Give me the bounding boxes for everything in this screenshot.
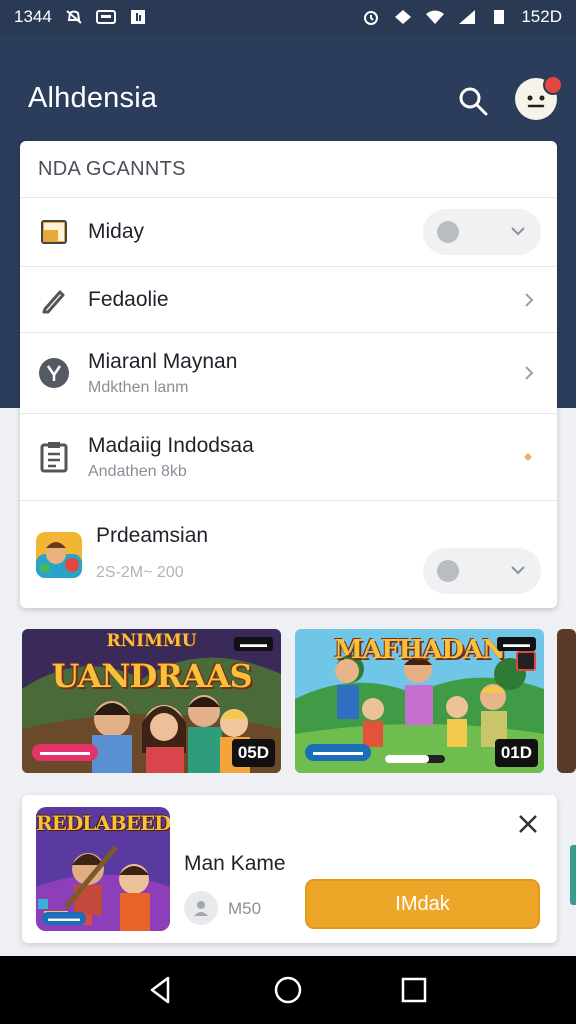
- promo-title: Man Kame: [184, 852, 286, 875]
- clipboard-icon: [38, 441, 70, 473]
- game-badge: ▬▬▬: [497, 637, 536, 651]
- promo-meta: M50: [228, 899, 262, 918]
- settings-card: NDA GCANNTS Miday Fedaolie Miaranl Mayna…: [20, 141, 557, 608]
- back-icon[interactable]: [146, 974, 178, 1006]
- chevron-down-icon: [511, 227, 525, 236]
- promo-card: REDLABEED ▬▬▬▬ Man Kame M50 IMdak: [22, 795, 557, 943]
- game-app-icon: [36, 531, 82, 578]
- promo-game-art: REDLABEED ▬▬▬▬: [36, 807, 170, 931]
- list-item-sublabel: 2S-2M~ 200: [96, 563, 184, 581]
- game-tag: ▬▬▬▬▬: [32, 744, 98, 761]
- game-tile-peek[interactable]: [557, 629, 576, 773]
- game-badge: ▬▬▬: [234, 637, 273, 651]
- game-tile[interactable]: MAFHADAN ▬▬▬ ▬▬▬▬▬ 01D: [295, 629, 544, 773]
- chevron-down-icon: [511, 566, 525, 575]
- app-title: Alhdensia: [28, 82, 158, 114]
- game-carousel: UANDRAAS RNIMMU ▬▬▬ ▬▬▬▬▬ 05D MAFHADAN ▬…: [22, 629, 576, 773]
- list-item-madaiig-indodsaa[interactable]: Madaiig Indodsaa Andathen 8kb: [20, 414, 557, 501]
- list-item-prdeamsian[interactable]: Prdeamsian 2S-2M~ 200: [20, 501, 557, 608]
- list-item-miday[interactable]: Miday: [20, 198, 557, 267]
- alarm-icon: [364, 11, 379, 25]
- game-tile[interactable]: UANDRAAS RNIMMU ▬▬▬ ▬▬▬▬▬ 05D: [22, 629, 281, 773]
- game-tag: ▬▬▬▬▬: [305, 744, 371, 761]
- list-item-label: Fedaolie: [88, 287, 169, 311]
- keyboard-icon: [95, 10, 116, 24]
- promo-action-button[interactable]: IMdak: [305, 879, 540, 929]
- toggle-knob: [437, 221, 459, 243]
- game-emblem-icon: [516, 651, 536, 671]
- notification-badge: [543, 75, 563, 95]
- miday-toggle-dropdown[interactable]: [423, 209, 541, 255]
- chevron-right-icon: [525, 366, 534, 380]
- list-item-sublabel: Andathen 8kb: [88, 462, 187, 480]
- close-icon[interactable]: [517, 813, 539, 835]
- promo-art-title: REDLABEED: [36, 811, 170, 835]
- prdeamsian-toggle-dropdown[interactable]: [423, 548, 541, 594]
- folder-icon: [38, 216, 70, 248]
- app-notification-icon: [130, 10, 145, 24]
- list-item-sublabel: Mdkthen lanm: [88, 378, 189, 396]
- toggle-knob: [437, 560, 459, 582]
- pencil-icon: [38, 284, 70, 316]
- list-item-label: Madaiig Indodsaa: [88, 433, 254, 457]
- game-title: UANDRAAS: [51, 657, 252, 695]
- game-duration: 01D: [494, 739, 538, 767]
- profile-avatar[interactable]: [515, 75, 563, 120]
- card-heading: NDA GCANNTS: [20, 141, 557, 198]
- promo-art-tag: ▬▬▬▬: [42, 912, 86, 925]
- status-bar: 1344 152D: [0, 0, 576, 34]
- list-item-label: Miaranl Maynan: [88, 349, 238, 373]
- status-time: 1344: [14, 7, 52, 26]
- person-icon: [194, 901, 208, 916]
- list-item-miaranl-maynan[interactable]: Miaranl Maynan Mdkthen lanm: [20, 333, 557, 414]
- user-circle-icon: [38, 357, 70, 389]
- promo-avatar: [184, 891, 218, 925]
- list-item-label: Prdeamsian: [96, 523, 209, 547]
- search-icon[interactable]: [456, 84, 490, 118]
- wifi-icon: [426, 10, 445, 24]
- side-peek-element: [570, 845, 576, 905]
- signal-icon: [459, 10, 476, 24]
- battery-icon: [494, 10, 505, 24]
- game-duration: 05D: [231, 739, 275, 767]
- indicator-dot-icon: [524, 453, 532, 461]
- data-icon: [395, 10, 412, 24]
- battery-text: 152D: [521, 7, 562, 26]
- system-nav-bar: [0, 956, 576, 1024]
- list-item-fedaolie[interactable]: Fedaolie: [20, 267, 557, 333]
- chevron-right-icon: [525, 292, 534, 307]
- home-icon[interactable]: [272, 974, 304, 1006]
- notification-muted-icon: [66, 10, 82, 24]
- list-item-label: Miday: [88, 220, 145, 243]
- recents-icon[interactable]: [398, 974, 430, 1006]
